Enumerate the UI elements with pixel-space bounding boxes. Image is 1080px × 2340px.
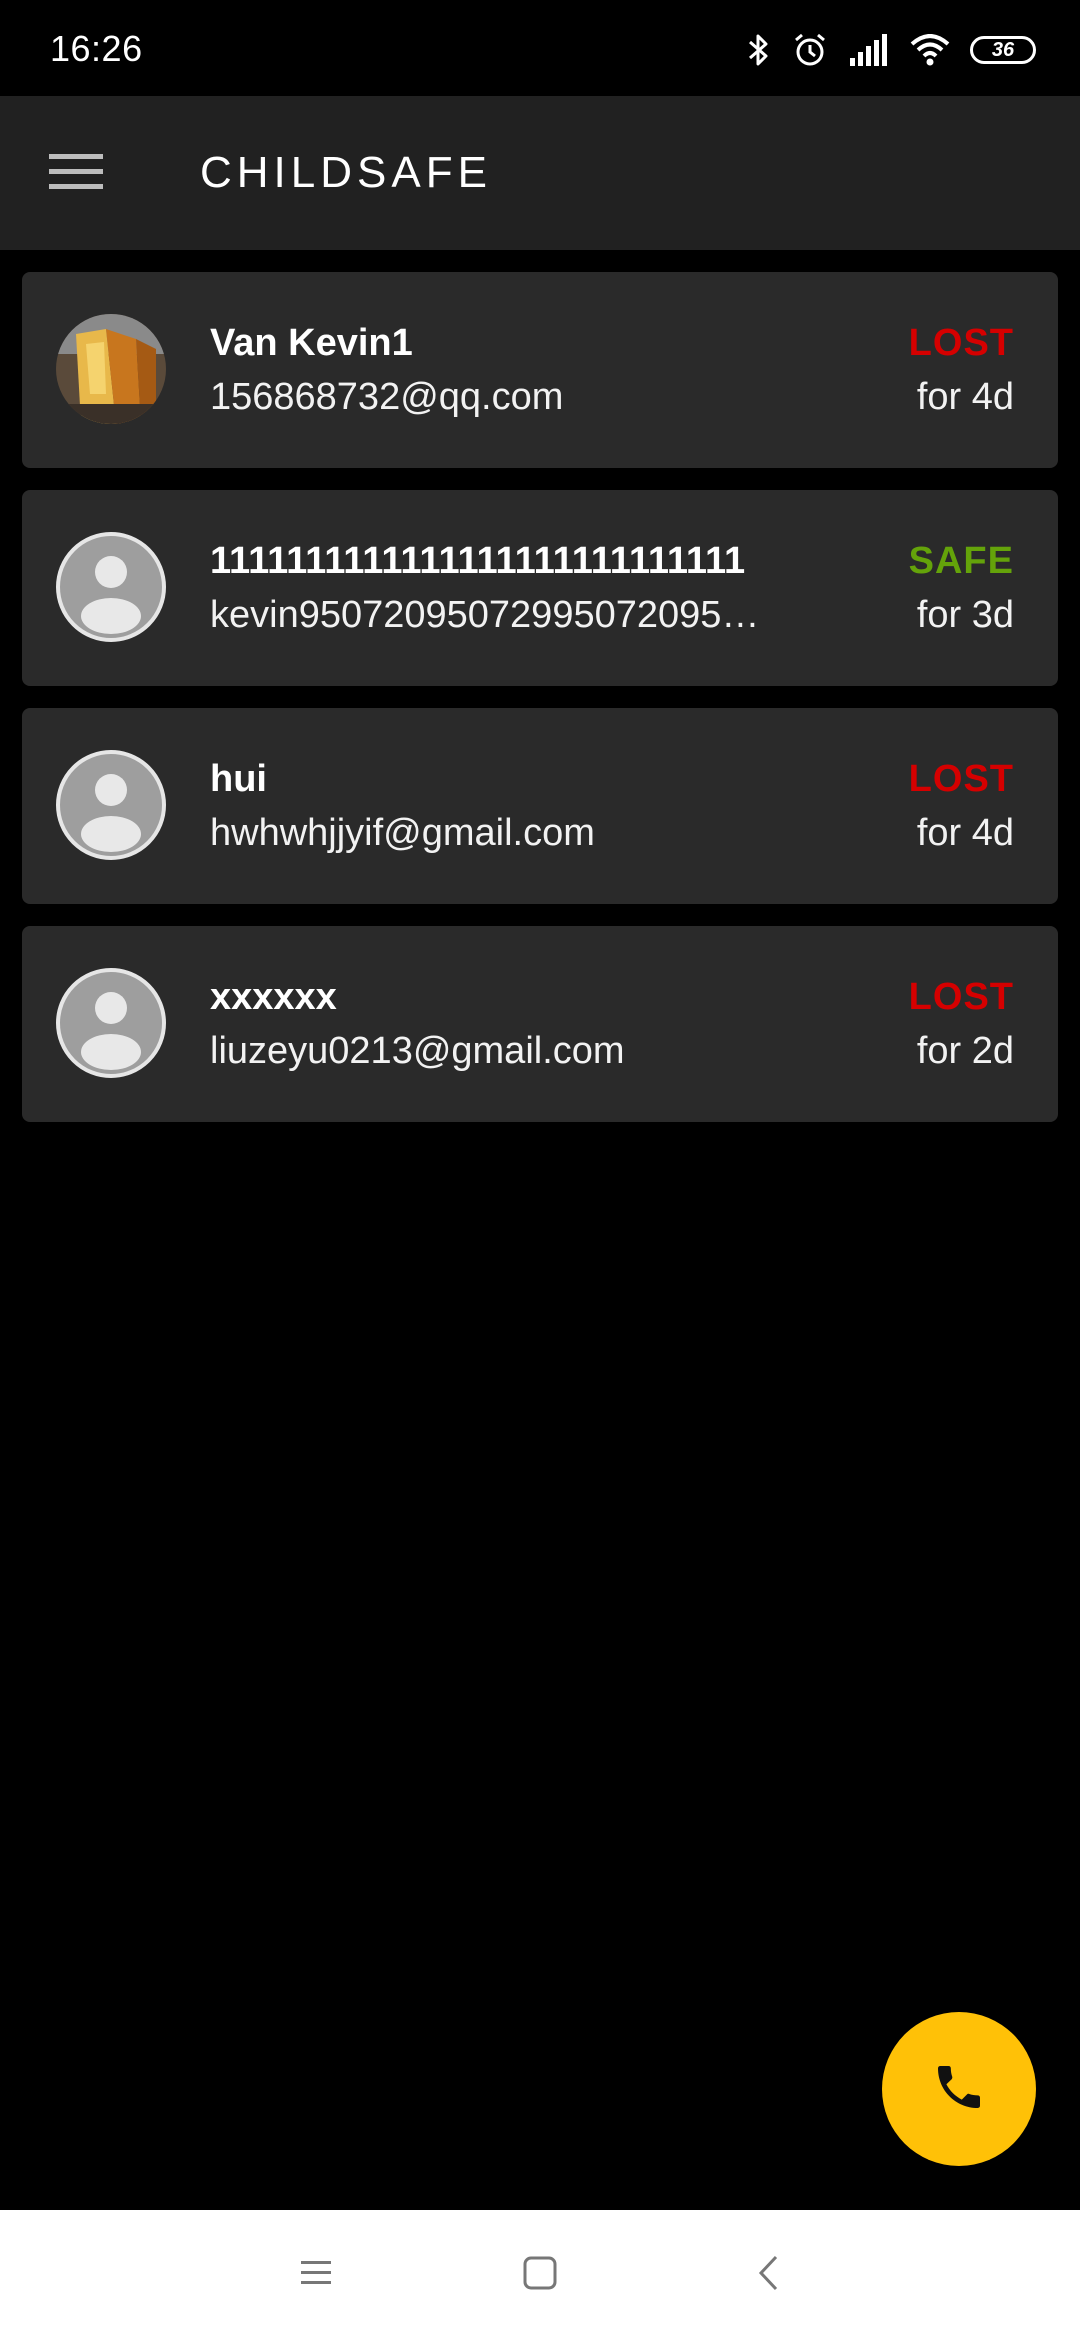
app-bar: CHILDSAFE: [0, 96, 1080, 250]
child-email: 156868732@qq.com: [210, 376, 564, 418]
child-email: hwhwhjjyif@gmail.com: [210, 812, 595, 854]
avatar-placeholder-icon: [56, 532, 166, 642]
recent-apps-icon: [299, 2258, 333, 2293]
wifi-icon: [910, 34, 950, 66]
child-name: 1111111111111111111111111111: [210, 540, 746, 582]
child-card[interactable]: xxxxxx liuzeyu0213@gmail.com LOST for 2d: [22, 926, 1058, 1122]
status-badge: LOST: [908, 976, 1014, 1018]
child-email: liuzeyu0213@gmail.com: [210, 1030, 625, 1072]
home-icon: [522, 2255, 558, 2296]
signal-icon: [848, 34, 890, 66]
app-title: CHILDSAFE: [200, 148, 492, 197]
status-badge: SAFE: [908, 540, 1014, 582]
battery-level: 36: [991, 38, 1015, 61]
child-card[interactable]: hui hwhwhjjyif@gmail.com LOST for 4d: [22, 708, 1058, 904]
child-name: Van Kevin1: [210, 322, 413, 364]
back-icon: [756, 2254, 780, 2297]
child-email: kevin95072095072995072095072: [210, 594, 770, 636]
status-duration: for 2d: [916, 1030, 1014, 1072]
status-duration: for 3d: [916, 594, 1014, 636]
home-button[interactable]: [505, 2240, 575, 2310]
children-list: Van Kevin1 156868732@qq.com LOST for 4d …: [22, 272, 1058, 1144]
avatar-placeholder-icon: [56, 968, 166, 1078]
menu-button[interactable]: [36, 134, 116, 214]
alarm-icon: [792, 32, 828, 68]
status-badge: LOST: [908, 322, 1014, 364]
system-nav-bar: [0, 2210, 1080, 2340]
avatar-placeholder-icon: [56, 750, 166, 860]
recent-apps-button[interactable]: [281, 2240, 351, 2310]
status-badge: LOST: [908, 758, 1014, 800]
call-button[interactable]: [882, 2012, 1036, 2166]
hamburger-menu-icon: [49, 152, 103, 197]
child-card[interactable]: Van Kevin1 156868732@qq.com LOST for 4d: [22, 272, 1058, 468]
child-name: xxxxxx: [210, 976, 337, 1018]
status-duration: for 4d: [916, 812, 1014, 854]
child-card[interactable]: 1111111111111111111111111111 kevin950720…: [22, 490, 1058, 686]
back-button[interactable]: [733, 2240, 803, 2310]
status-time: 16:26: [50, 28, 143, 69]
battery-icon: 36: [970, 36, 1036, 64]
avatar: [56, 314, 166, 424]
status-icons: 36: [746, 30, 1036, 70]
phone-icon: [931, 2059, 987, 2120]
status-duration: for 4d: [916, 376, 1014, 418]
status-bar: 16:26 36: [0, 0, 1080, 96]
child-name: hui: [210, 758, 267, 800]
bluetooth-icon: [746, 32, 772, 68]
